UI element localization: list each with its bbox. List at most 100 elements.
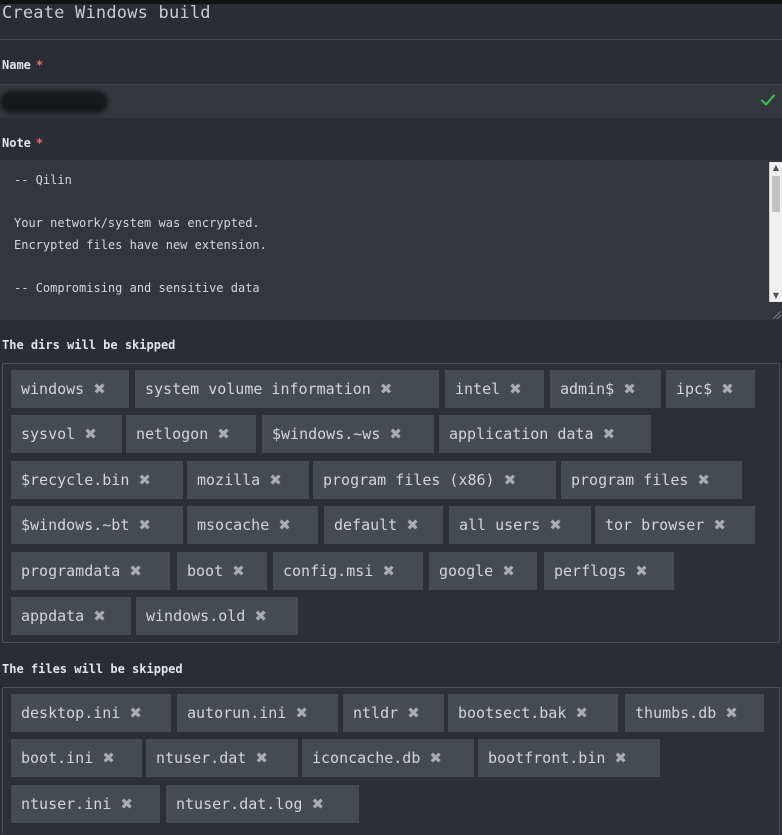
dir-tag-label: ipc$	[676, 380, 713, 398]
remove-tag-icon[interactable]: ✖	[311, 795, 324, 813]
remove-tag-icon[interactable]: ✖	[509, 380, 522, 398]
file-tag-label: ntuser.ini	[21, 795, 112, 813]
dir-tag: programdata ✖	[11, 552, 170, 590]
title-divider	[0, 39, 782, 40]
file-tag-label: bootfront.bin	[488, 749, 606, 767]
files-tag-input[interactable]: desktop.ini ✖ autorun.ini ✖ ntldr ✖ bootsect.b…	[2, 687, 780, 835]
note-label-text: Note	[2, 136, 31, 150]
remove-tag-icon[interactable]: ✖	[84, 425, 97, 443]
name-label-text: Name	[2, 58, 31, 72]
dir-tag: program files (x86) ✖	[313, 461, 556, 499]
file-tag: bootsect.bak ✖	[448, 694, 618, 732]
dir-tag-label: google	[439, 562, 494, 580]
file-tag: desktop.ini ✖	[11, 694, 171, 732]
remove-tag-icon[interactable]: ✖	[129, 562, 142, 580]
dir-tag-label: $windows.~bt	[21, 516, 130, 534]
remove-tag-icon[interactable]: ✖	[697, 471, 710, 489]
dir-tag: system volume information ✖	[135, 370, 439, 408]
dir-tag-label: $windows.~ws	[272, 425, 381, 443]
dir-tag-label: mozilla	[197, 471, 261, 489]
dir-tag-label: all users	[459, 516, 541, 534]
resize-grip-icon[interactable]	[773, 311, 781, 319]
remove-tag-icon[interactable]: ✖	[614, 749, 627, 767]
file-tag: ntldr ✖	[343, 694, 444, 732]
remove-tag-icon[interactable]: ✖	[603, 425, 616, 443]
remove-tag-icon[interactable]: ✖	[217, 425, 230, 443]
remove-tag-icon[interactable]: ✖	[721, 380, 734, 398]
remove-tag-icon[interactable]: ✖	[380, 380, 393, 398]
redacted-name-value	[0, 91, 108, 113]
dir-tag-label: intel	[455, 380, 501, 398]
remove-tag-icon[interactable]: ✖	[389, 425, 402, 443]
remove-tag-icon[interactable]: ✖	[129, 704, 142, 722]
remove-tag-icon[interactable]: ✖	[120, 795, 133, 813]
scroll-thumb[interactable]	[772, 176, 780, 212]
remove-tag-icon[interactable]: ✖	[407, 704, 420, 722]
scroll-up-icon[interactable]: ▲	[770, 162, 782, 174]
dir-tag: ipc$ ✖	[666, 370, 755, 408]
dir-tag-label: perflogs	[554, 562, 627, 580]
file-tag-label: bootsect.bak	[458, 704, 567, 722]
remove-tag-icon[interactable]: ✖	[255, 749, 268, 767]
note-textarea[interactable]: -- Qilin Your network/system was encrypt…	[0, 160, 782, 320]
file-tag-label: thumbs.db	[635, 704, 717, 722]
page-title: Create Windows build	[2, 3, 211, 23]
remove-tag-icon[interactable]: ✖	[269, 471, 282, 489]
dir-tag-label: program files	[571, 471, 689, 489]
dir-tag-label: system volume information	[145, 380, 371, 398]
dir-tag: program files ✖	[561, 461, 742, 499]
remove-tag-icon[interactable]: ✖	[138, 516, 151, 534]
file-tag: ntuser.dat.log ✖	[166, 785, 359, 823]
remove-tag-icon[interactable]: ✖	[382, 562, 395, 580]
dir-tag-label: tor browser	[605, 516, 705, 534]
remove-tag-icon[interactable]: ✖	[232, 562, 245, 580]
dir-tag: tor browser ✖	[595, 506, 755, 544]
dir-tag: perflogs ✖	[544, 552, 674, 590]
remove-tag-icon[interactable]: ✖	[254, 607, 267, 625]
dir-tag: mozilla ✖	[187, 461, 309, 499]
dir-tag: $recycle.bin ✖	[11, 461, 183, 499]
dir-tag: intel ✖	[445, 370, 544, 408]
note-label: Note *	[2, 136, 43, 150]
remove-tag-icon[interactable]: ✖	[713, 516, 726, 534]
dir-tag-label: appdata	[21, 607, 85, 625]
file-tag-label: ntldr	[353, 704, 399, 722]
remove-tag-icon[interactable]: ✖	[504, 471, 517, 489]
dir-tag: msocache ✖	[187, 506, 318, 544]
name-input[interactable]	[0, 84, 782, 118]
name-required-mark: *	[35, 58, 44, 72]
dir-tag: sysvol ✖	[11, 415, 122, 453]
dir-tag: admin$ ✖	[550, 370, 661, 408]
dir-tag: windows ✖	[11, 370, 129, 408]
remove-tag-icon[interactable]: ✖	[429, 749, 442, 767]
remove-tag-icon[interactable]: ✖	[102, 749, 115, 767]
file-tag-label: ntuser.dat.log	[176, 795, 303, 813]
remove-tag-icon[interactable]: ✖	[93, 380, 106, 398]
scroll-down-icon[interactable]: ▼	[770, 290, 782, 302]
dir-tag-label: windows	[21, 380, 85, 398]
dir-tag: all users ✖	[449, 506, 591, 544]
dir-tag-label: windows.old	[146, 607, 246, 625]
dir-tag: netlogon ✖	[126, 415, 256, 453]
files-label: The files will be skipped	[2, 662, 183, 676]
remove-tag-icon[interactable]: ✖	[138, 471, 151, 489]
remove-tag-icon[interactable]: ✖	[93, 607, 106, 625]
file-tag: bootfront.bin ✖	[478, 739, 660, 777]
remove-tag-icon[interactable]: ✖	[549, 516, 562, 534]
dir-tag-label: program files (x86)	[323, 471, 495, 489]
remove-tag-icon[interactable]: ✖	[502, 562, 515, 580]
file-tag: iconcache.db ✖	[302, 739, 474, 777]
remove-tag-icon[interactable]: ✖	[278, 516, 291, 534]
remove-tag-icon[interactable]: ✖	[623, 380, 636, 398]
remove-tag-icon[interactable]: ✖	[635, 562, 648, 580]
dirs-label: The dirs will be skipped	[2, 338, 176, 352]
remove-tag-icon[interactable]: ✖	[406, 516, 419, 534]
note-scrollbar[interactable]: ▲ ▼	[769, 162, 782, 302]
dir-tag-label: programdata	[21, 562, 121, 580]
remove-tag-icon[interactable]: ✖	[725, 704, 738, 722]
check-icon	[760, 94, 776, 106]
remove-tag-icon[interactable]: ✖	[575, 704, 588, 722]
name-label: Name *	[2, 58, 43, 72]
dirs-tag-input[interactable]: windows ✖ system volume information ✖ intel ✖…	[2, 363, 780, 643]
remove-tag-icon[interactable]: ✖	[295, 704, 308, 722]
